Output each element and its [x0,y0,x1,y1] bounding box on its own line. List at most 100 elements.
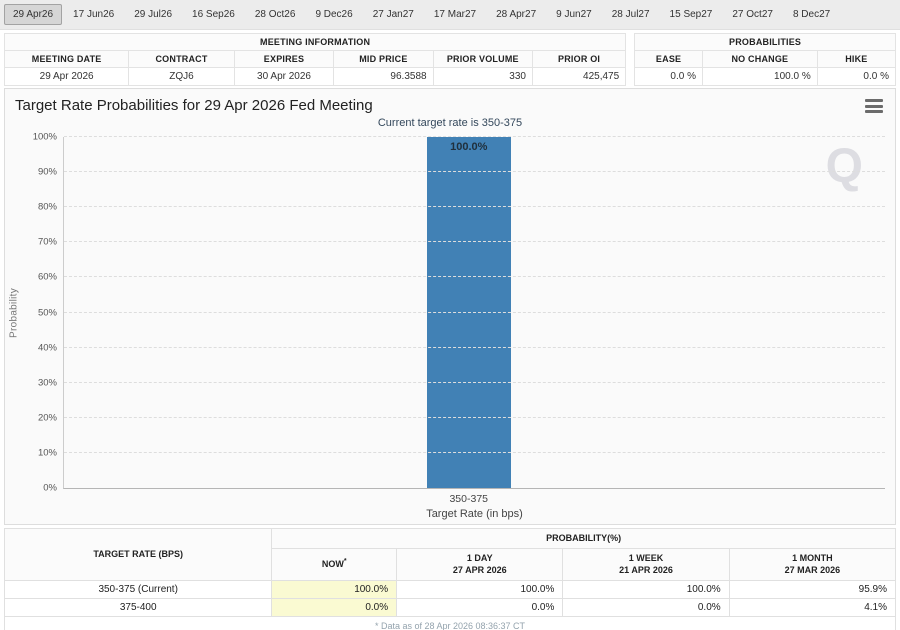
meeting-tab[interactable]: 8 Dec27 [784,4,839,25]
col-1-week-label: 1 WEEK [629,553,664,563]
col-prior-volume: PRIOR VOLUME [433,51,532,68]
bar-value-label: 100.0% [427,137,511,153]
col-prior-oi: PRIOR OI [532,51,625,68]
meeting-tab[interactable]: 9 Dec26 [306,4,361,25]
col-meeting-date: MEETING DATE [5,51,129,68]
expires-value: 30 Apr 2026 [234,68,333,86]
meeting-tab[interactable]: 27 Jan27 [364,4,423,25]
y-axis-tick-label: 100% [33,132,57,143]
y-axis-tick-label: 60% [38,272,57,283]
meeting-tab[interactable]: 15 Sep27 [661,4,722,25]
day-probability-cell: 100.0% [397,580,563,598]
col-1-day: 1 DAY 27 APR 2026 [397,548,563,580]
y-axis-label: Probability [9,288,20,338]
col-1-day-date: 27 APR 2026 [453,565,507,575]
ease-value: 0.0 % [635,68,703,86]
gridline [64,382,885,383]
info-tables-row: MEETING INFORMATION MEETING DATE CONTRAC… [0,30,900,88]
y-axis-tick-label: 40% [38,342,57,353]
x-axis-tick-label: 350-375 [399,493,539,505]
gridline [64,312,885,313]
quikstrike-watermark: Q [826,143,863,191]
probability-group-header: PROBABILITY(%) [272,529,896,549]
probability-history-table: TARGET RATE (BPS) PROBABILITY(%) NOW* 1 … [4,528,896,630]
meeting-tab[interactable]: 28 Oct26 [246,4,305,25]
gridline [64,347,885,348]
col-1-week: 1 WEEK 21 APR 2026 [563,548,729,580]
plot-area: Probability Q 100.0% 350-375 Target Rate… [63,137,885,489]
meeting-information-title: MEETING INFORMATION [5,34,626,51]
meeting-tab[interactable]: 29 Apr26 [4,4,62,25]
col-hike: HIKE [817,51,895,68]
meeting-information-table: MEETING INFORMATION MEETING DATE CONTRAC… [4,33,626,86]
gridline [64,241,885,242]
x-axis-title: Target Rate (in bps) [64,508,885,520]
month-probability-cell: 95.9% [729,580,895,598]
gridline [64,452,885,453]
meeting-information-row: 29 Apr 2026 ZQJ6 30 Apr 2026 96.3588 330… [5,68,626,86]
meeting-tab[interactable]: 28 Jul27 [603,4,659,25]
col-mid-price: MID PRICE [334,51,433,68]
y-axis-tick-label: 20% [38,412,57,423]
gridline [64,417,885,418]
col-1-month: 1 MONTH 27 MAR 2026 [729,548,895,580]
meeting-tab[interactable]: 16 Sep26 [183,4,244,25]
target-rate-cell: 375-400 [5,598,272,616]
y-axis-tick-label: 30% [38,377,57,388]
prior-volume-value: 330 [433,68,532,86]
now-probability-cell: 100.0% [272,580,397,598]
col-now-asterisk: * [344,558,347,565]
month-probability-cell: 4.1% [729,598,895,616]
col-ease: EASE [635,51,703,68]
col-no-change: NO CHANGE [702,51,817,68]
gridline [64,276,885,277]
mid-price-value: 96.3588 [334,68,433,86]
table-row: 375-400 0.0% 0.0% 0.0% 4.1% [5,598,896,616]
hamburger-menu-icon[interactable] [865,99,883,113]
col-expires: EXPIRES [234,51,333,68]
meeting-tab[interactable]: 27 Oct27 [723,4,782,25]
contract-value: ZQJ6 [129,68,235,86]
col-1-month-label: 1 MONTH [792,553,833,563]
now-probability-cell: 0.0% [272,598,397,616]
meeting-date-tabbar: 29 Apr26 17 Jun26 29 Jul26 16 Sep26 28 O… [0,0,900,30]
probabilities-row: 0.0 % 100.0 % 0.0 % [635,68,896,86]
meeting-date-value: 29 Apr 2026 [5,68,129,86]
hike-value: 0.0 % [817,68,895,86]
meeting-tab[interactable]: 9 Jun27 [547,4,601,25]
col-now: NOW* [272,548,397,580]
y-axis-tick-label: 70% [38,237,57,248]
y-axis-tick-label: 0% [43,483,57,494]
no-change-value: 100.0 % [702,68,817,86]
chart-title: Target Rate Probabilities for 29 Apr 202… [5,89,895,114]
col-target-rate-bps: TARGET RATE (BPS) [5,529,272,581]
day-probability-cell: 0.0% [397,598,563,616]
col-1-day-label: 1 DAY [467,553,493,563]
probabilities-title: PROBABILITIES [635,34,896,51]
col-contract: CONTRACT [129,51,235,68]
chart-subtitle: Current target rate is 350-375 [5,117,895,129]
week-probability-cell: 100.0% [563,580,729,598]
gridline [64,171,885,172]
probabilities-table: PROBABILITIES EASE NO CHANGE HIKE 0.0 % … [634,33,896,86]
meeting-tab[interactable]: 29 Jul26 [125,4,181,25]
y-axis-tick-label: 90% [38,167,57,178]
col-1-month-date: 27 MAR 2026 [785,565,841,575]
meeting-tab[interactable]: 17 Jun26 [64,4,123,25]
col-now-label: NOW [322,559,344,569]
week-probability-cell: 0.0% [563,598,729,616]
y-axis-tick-label: 50% [38,307,57,318]
prior-oi-value: 425,475 [532,68,625,86]
meeting-tab[interactable]: 28 Apr27 [487,4,545,25]
meeting-tab[interactable]: 17 Mar27 [425,4,485,25]
probability-bar: 100.0% [427,137,511,488]
target-rate-chart-panel: Target Rate Probabilities for 29 Apr 202… [4,88,896,525]
target-rate-cell: 350-375 (Current) [5,580,272,598]
y-axis-tick-label: 10% [38,447,57,458]
gridline [64,206,885,207]
y-axis-tick-label: 80% [38,202,57,213]
table-row: 350-375 (Current) 100.0% 100.0% 100.0% 9… [5,580,896,598]
col-1-week-date: 21 APR 2026 [619,565,673,575]
data-timestamp-footnote: * Data as of 28 Apr 2026 08:36:37 CT [5,616,896,630]
gridline [64,136,885,137]
